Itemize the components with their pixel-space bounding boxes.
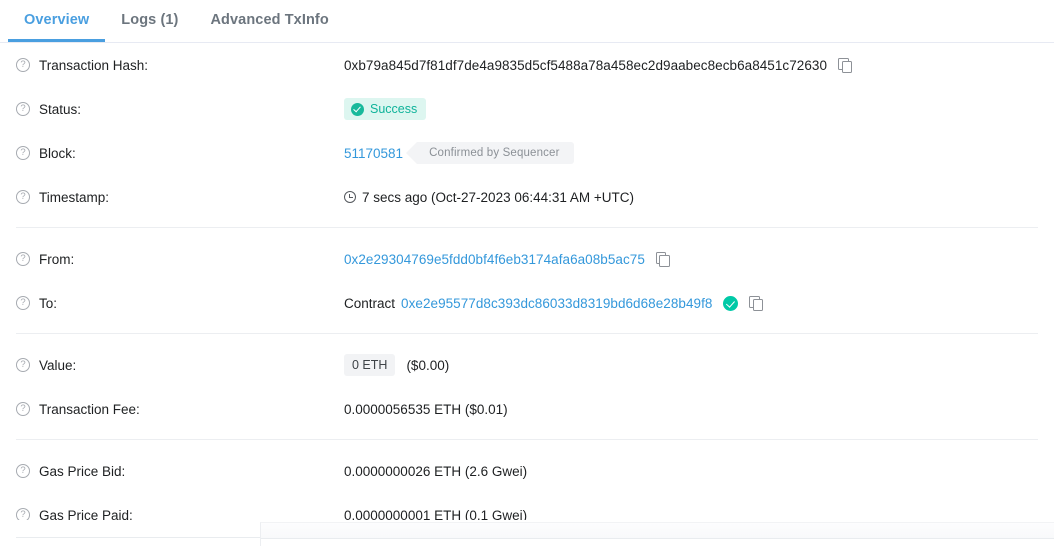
row-transaction-fee: ? Transaction Fee: 0.0000056535 ETH ($0.… <box>16 387 1038 431</box>
bottom-card-edge <box>260 522 1054 546</box>
tab-bar: Overview Logs (1) Advanced TxInfo <box>0 0 1054 43</box>
value-transaction-hash: 0xb79a845d7f81df7de4a9835d5cf5488a78a458… <box>344 58 1038 73</box>
value-timestamp: 7 secs ago (Oct-27-2023 06:44:31 AM +UTC… <box>344 190 1038 205</box>
label-transaction-fee: ? Transaction Fee: <box>16 402 344 417</box>
value-status: Success <box>344 98 1038 120</box>
help-icon[interactable]: ? <box>16 296 30 310</box>
value-amount: 0 ETH ($0.00) <box>344 354 1038 376</box>
value-from: 0x2e29304769e5fdd0bf4f6eb3174afa6a08b5ac… <box>344 252 1038 267</box>
copy-icon[interactable] <box>655 252 670 267</box>
clock-icon <box>344 191 356 203</box>
value-usd: ($0.00) <box>406 357 450 373</box>
label-gas-price-bid: ? Gas Price Bid: <box>16 464 344 479</box>
label-text: Timestamp: <box>39 189 110 205</box>
help-icon[interactable]: ? <box>16 402 30 416</box>
row-from: ? From: 0x2e29304769e5fdd0bf4f6eb3174afa… <box>16 237 1038 281</box>
help-icon[interactable]: ? <box>16 358 30 372</box>
label-block: ? Block: <box>16 146 344 161</box>
transaction-hash-value: 0xb79a845d7f81df7de4a9835d5cf5488a78a458… <box>344 57 828 73</box>
to-contract-address-link[interactable]: 0xe2e95577d8c393dc86033d8319bd6d68e28b49… <box>401 296 712 311</box>
tab-logs[interactable]: Logs (1) <box>105 0 194 41</box>
bottom-divider <box>16 537 260 538</box>
value-block: 51170581 Confirmed by Sequencer <box>344 142 1038 164</box>
label-timestamp: ? Timestamp: <box>16 190 344 205</box>
transaction-overview-panel: ? Transaction Hash: 0xb79a845d7f81df7de4… <box>0 43 1054 537</box>
sequencer-confirmation-badge: Confirmed by Sequencer <box>406 142 574 164</box>
value-to: Contract 0xe2e95577d8c393dc86033d8319bd6… <box>344 295 1038 311</box>
value-transaction-fee: 0.0000056535 ETH ($0.01) <box>344 402 1038 417</box>
tab-advanced-txinfo[interactable]: Advanced TxInfo <box>194 0 344 41</box>
label-text: Value: <box>39 357 77 373</box>
help-icon[interactable]: ? <box>16 58 30 72</box>
page-bottom-chrome <box>0 520 1054 546</box>
row-to: ? To: Contract 0xe2e95577d8c393dc86033d8… <box>16 281 1038 325</box>
label-text: Transaction Hash: <box>39 57 149 73</box>
row-timestamp: ? Timestamp: 7 secs ago (Oct-27-2023 06:… <box>16 175 1038 219</box>
bottom-card-inner <box>261 538 1054 546</box>
label-text: From: <box>39 251 75 267</box>
timestamp-value: 7 secs ago (Oct-27-2023 06:44:31 AM +UTC… <box>362 189 635 205</box>
section-divider <box>16 333 1038 334</box>
row-block: ? Block: 51170581 Confirmed by Sequencer <box>16 131 1038 175</box>
label-to: ? To: <box>16 296 344 311</box>
help-icon[interactable]: ? <box>16 252 30 266</box>
help-icon[interactable]: ? <box>16 146 30 160</box>
transaction-fee-value: 0.0000056535 ETH ($0.01) <box>344 401 508 417</box>
contract-label: Contract <box>344 295 396 311</box>
gas-price-bid-value: 0.0000000026 ETH (2.6 Gwei) <box>344 463 528 479</box>
value-gas-price-bid: 0.0000000026 ETH (2.6 Gwei) <box>344 464 1038 479</box>
copy-icon[interactable] <box>749 296 764 311</box>
row-transaction-hash: ? Transaction Hash: 0xb79a845d7f81df7de4… <box>16 43 1038 87</box>
row-gas-price-bid: ? Gas Price Bid: 0.0000000026 ETH (2.6 G… <box>16 449 1038 493</box>
status-badge-label: Success <box>370 102 418 116</box>
label-status: ? Status: <box>16 102 344 117</box>
label-text: Status: <box>39 101 82 117</box>
label-value: ? Value: <box>16 358 344 373</box>
label-text: Gas Price Bid: <box>39 463 126 479</box>
row-value: ? Value: 0 ETH ($0.00) <box>16 343 1038 387</box>
row-status: ? Status: Success <box>16 87 1038 131</box>
check-circle-icon <box>351 102 364 116</box>
label-text: To: <box>39 295 58 311</box>
verified-contract-icon[interactable] <box>723 295 739 311</box>
tab-overview[interactable]: Overview <box>8 0 106 42</box>
label-from: ? From: <box>16 252 344 267</box>
copy-icon[interactable] <box>838 58 853 73</box>
label-text: Transaction Fee: <box>39 401 140 417</box>
label-transaction-hash: ? Transaction Hash: <box>16 58 344 73</box>
from-address-link[interactable]: 0x2e29304769e5fdd0bf4f6eb3174afa6a08b5ac… <box>344 252 645 267</box>
block-number-link[interactable]: 51170581 <box>344 146 403 161</box>
section-divider <box>16 439 1038 440</box>
section-divider <box>16 227 1038 228</box>
status-badge: Success <box>344 98 427 120</box>
help-icon[interactable]: ? <box>16 464 30 478</box>
label-text: Block: <box>39 145 76 161</box>
help-icon[interactable]: ? <box>16 102 30 116</box>
help-icon[interactable]: ? <box>16 190 30 204</box>
value-eth-badge: 0 ETH <box>344 354 396 376</box>
